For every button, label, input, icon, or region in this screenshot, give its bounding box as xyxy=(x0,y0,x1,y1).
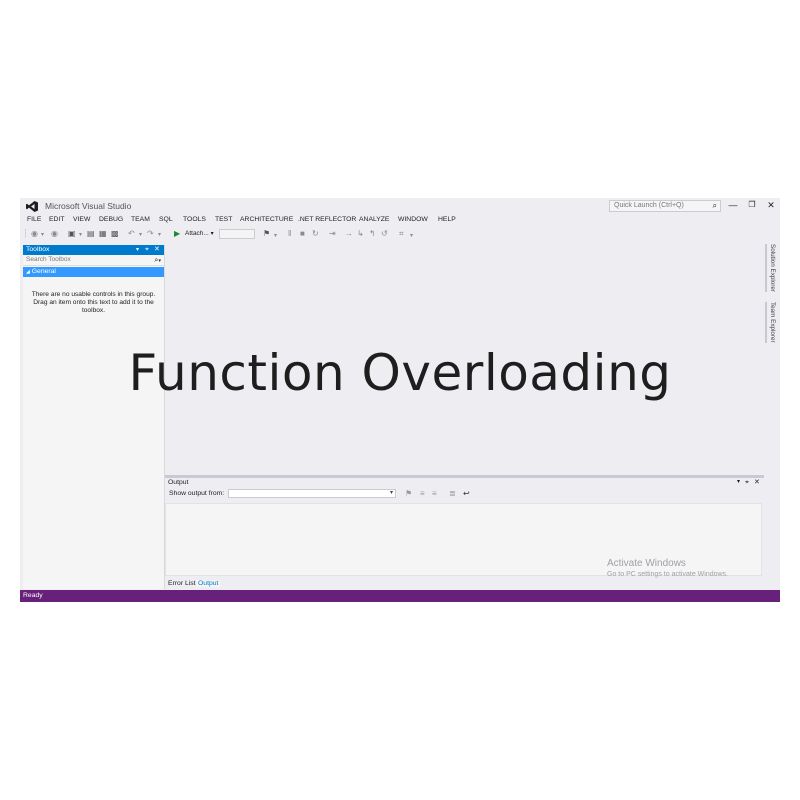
visual-studio-logo-icon xyxy=(26,201,38,212)
new-project-icon[interactable]: ▣ xyxy=(68,229,76,238)
save-icon[interactable]: ▦ xyxy=(99,229,107,238)
overlay-title: Function Overloading xyxy=(128,344,672,402)
solution-explorer-tab[interactable]: Solution Explorer xyxy=(765,244,776,292)
breakpoint-icon[interactable]: ↺ xyxy=(381,229,388,238)
tab-error-list[interactable]: Error List xyxy=(168,580,196,587)
redo-icon[interactable]: ↷ xyxy=(147,229,154,238)
back-icon[interactable]: ◉ xyxy=(31,229,38,238)
undo-icon[interactable]: ↶ xyxy=(128,229,135,238)
forward-icon[interactable]: ◉ xyxy=(51,229,58,238)
hex-display-icon[interactable]: ⌗ xyxy=(399,229,404,239)
find-icon[interactable]: ⚑ xyxy=(263,229,270,238)
redo-dropdown-icon[interactable]: ▾ xyxy=(158,231,161,238)
pin-icon[interactable]: ⌖ xyxy=(145,245,149,255)
customize-toolbar-icon[interactable]: ▾ xyxy=(410,232,413,239)
menu-analyze[interactable]: ANALYZE xyxy=(359,216,389,223)
toolbox-title: Toolbox xyxy=(26,246,50,253)
play-icon[interactable]: ▶ xyxy=(174,229,180,238)
status-text: Ready xyxy=(23,592,43,599)
menu-test[interactable]: TEST xyxy=(215,216,232,223)
next-message-icon[interactable]: ≡ xyxy=(432,487,437,500)
app-title: Microsoft Visual Studio xyxy=(45,201,132,211)
menu-edit[interactable]: EDIT xyxy=(49,216,64,223)
menu-sql[interactable]: SQL xyxy=(159,216,173,223)
window-position-icon[interactable]: ▾ xyxy=(737,478,740,487)
menu-view[interactable]: VIEW xyxy=(73,216,90,223)
output-toolbar: Show output from: ▾ ⚑ ≡ ≡ ≣ ↩ xyxy=(165,487,764,500)
status-bar: Ready xyxy=(20,590,780,602)
menu-team[interactable]: TEAM xyxy=(131,216,150,223)
title-bar: Microsoft Visual Studio Quick Launch (Ct… xyxy=(20,198,780,214)
window-position-icon[interactable]: ▾ xyxy=(136,245,139,255)
menu-architecture[interactable]: ARCHITECTURE xyxy=(240,216,293,223)
output-close-icon[interactable]: ✕ xyxy=(754,478,760,487)
menu-help[interactable]: HELP xyxy=(438,216,456,223)
show-output-from-label: Show output from: xyxy=(169,490,225,497)
menu-debug[interactable]: DEBUG xyxy=(99,216,123,223)
menu-tools[interactable]: TOOLS xyxy=(183,216,206,223)
toolbox-panel: Toolbox ▾ ⌖ ✕ Search Toolbox ⌕▾ ◢ Genera… xyxy=(23,245,165,589)
find-message-icon[interactable]: ⚑ xyxy=(405,487,412,500)
menu-window[interactable]: WINDOW xyxy=(398,216,428,223)
stop-icon[interactable]: ■ xyxy=(300,229,305,238)
step-out-icon[interactable]: ↰ xyxy=(369,229,376,238)
toolbox-close-icon[interactable]: ✕ xyxy=(154,245,160,255)
activate-windows-watermark: Activate Windows Go to PC settings to ac… xyxy=(607,558,728,578)
restart-icon[interactable]: ↻ xyxy=(312,229,319,238)
attach-dropdown-icon: ▾ xyxy=(210,231,214,237)
attach-button[interactable]: Attach... ▾ xyxy=(185,230,214,237)
toolbox-search-input[interactable]: Search Toolbox ⌕▾ xyxy=(23,255,164,266)
close-icon[interactable]: ✕ xyxy=(765,200,777,211)
previous-message-icon[interactable]: ≡ xyxy=(420,487,425,500)
show-next-statement-icon[interactable]: ⇥ xyxy=(329,229,336,238)
expand-triangle-icon: ◢ xyxy=(26,269,30,275)
watermark-subtitle: Go to PC settings to activate Windows. xyxy=(607,571,728,578)
quick-launch-input[interactable]: Quick Launch (Ctrl+Q) ⌕ xyxy=(609,200,721,212)
menu-net-reflector[interactable]: .NET REFLECTOR xyxy=(298,216,356,223)
word-wrap-icon[interactable]: ↩ xyxy=(463,487,470,500)
step-into-icon[interactable]: ↳ xyxy=(357,229,364,238)
new-project-dropdown-icon[interactable]: ▾ xyxy=(79,231,82,238)
undo-dropdown-icon[interactable]: ▾ xyxy=(139,231,142,238)
menu-bar: FILE EDIT VIEW DEBUG TEAM SQL TOOLS TEST… xyxy=(20,215,780,227)
chevron-down-icon[interactable]: ▾ xyxy=(41,231,44,238)
output-source-select[interactable]: ▾ xyxy=(228,489,396,498)
toolbox-group-general[interactable]: ◢ General xyxy=(23,267,164,277)
toolbox-header: Toolbox ▾ ⌖ ✕ xyxy=(23,245,164,255)
find-dropdown-icon[interactable]: ▾ xyxy=(274,232,277,239)
quick-launch-placeholder: Quick Launch (Ctrl+Q) xyxy=(614,202,684,209)
configuration-dropdown[interactable] xyxy=(219,229,255,239)
team-explorer-tab[interactable]: Team Explorer xyxy=(765,302,776,343)
restore-icon[interactable]: ❐ xyxy=(746,200,758,209)
toolbox-search-placeholder: Search Toolbox xyxy=(26,256,71,263)
open-file-icon[interactable]: ▤ xyxy=(87,229,95,238)
output-header: Output ▾ ⌖ ✕ xyxy=(165,478,764,487)
toolbox-group-label: General xyxy=(31,268,56,275)
search-icon: ⌕ xyxy=(712,201,717,210)
clear-all-icon[interactable]: ≣ xyxy=(449,487,456,500)
minimize-icon[interactable]: — xyxy=(727,200,739,210)
save-all-icon[interactable]: ▩ xyxy=(111,229,119,238)
watermark-title: Activate Windows xyxy=(607,558,686,569)
toolbar-grip-icon: ┆ xyxy=(23,229,28,238)
chevron-down-icon: ▾ xyxy=(389,490,393,496)
tab-output[interactable]: Output xyxy=(196,580,221,587)
step-over-icon[interactable]: → xyxy=(345,229,353,238)
pause-icon[interactable]: ‖ xyxy=(288,229,291,238)
search-icon: ⌕▾ xyxy=(154,255,161,264)
menu-file[interactable]: FILE xyxy=(27,216,41,223)
attach-label: Attach... xyxy=(185,230,209,237)
pin-icon[interactable]: ⌖ xyxy=(745,478,749,487)
output-title: Output xyxy=(168,479,189,486)
toolbox-empty-message: There are no usable controls in this gro… xyxy=(31,291,156,314)
standard-toolbar: ┆ ◉ ▾ ◉ ▣ ▾ ▤ ▦ ▩ ↶ ▾ ↷ ▾ ▶ Attach... ▾ … xyxy=(20,227,780,241)
